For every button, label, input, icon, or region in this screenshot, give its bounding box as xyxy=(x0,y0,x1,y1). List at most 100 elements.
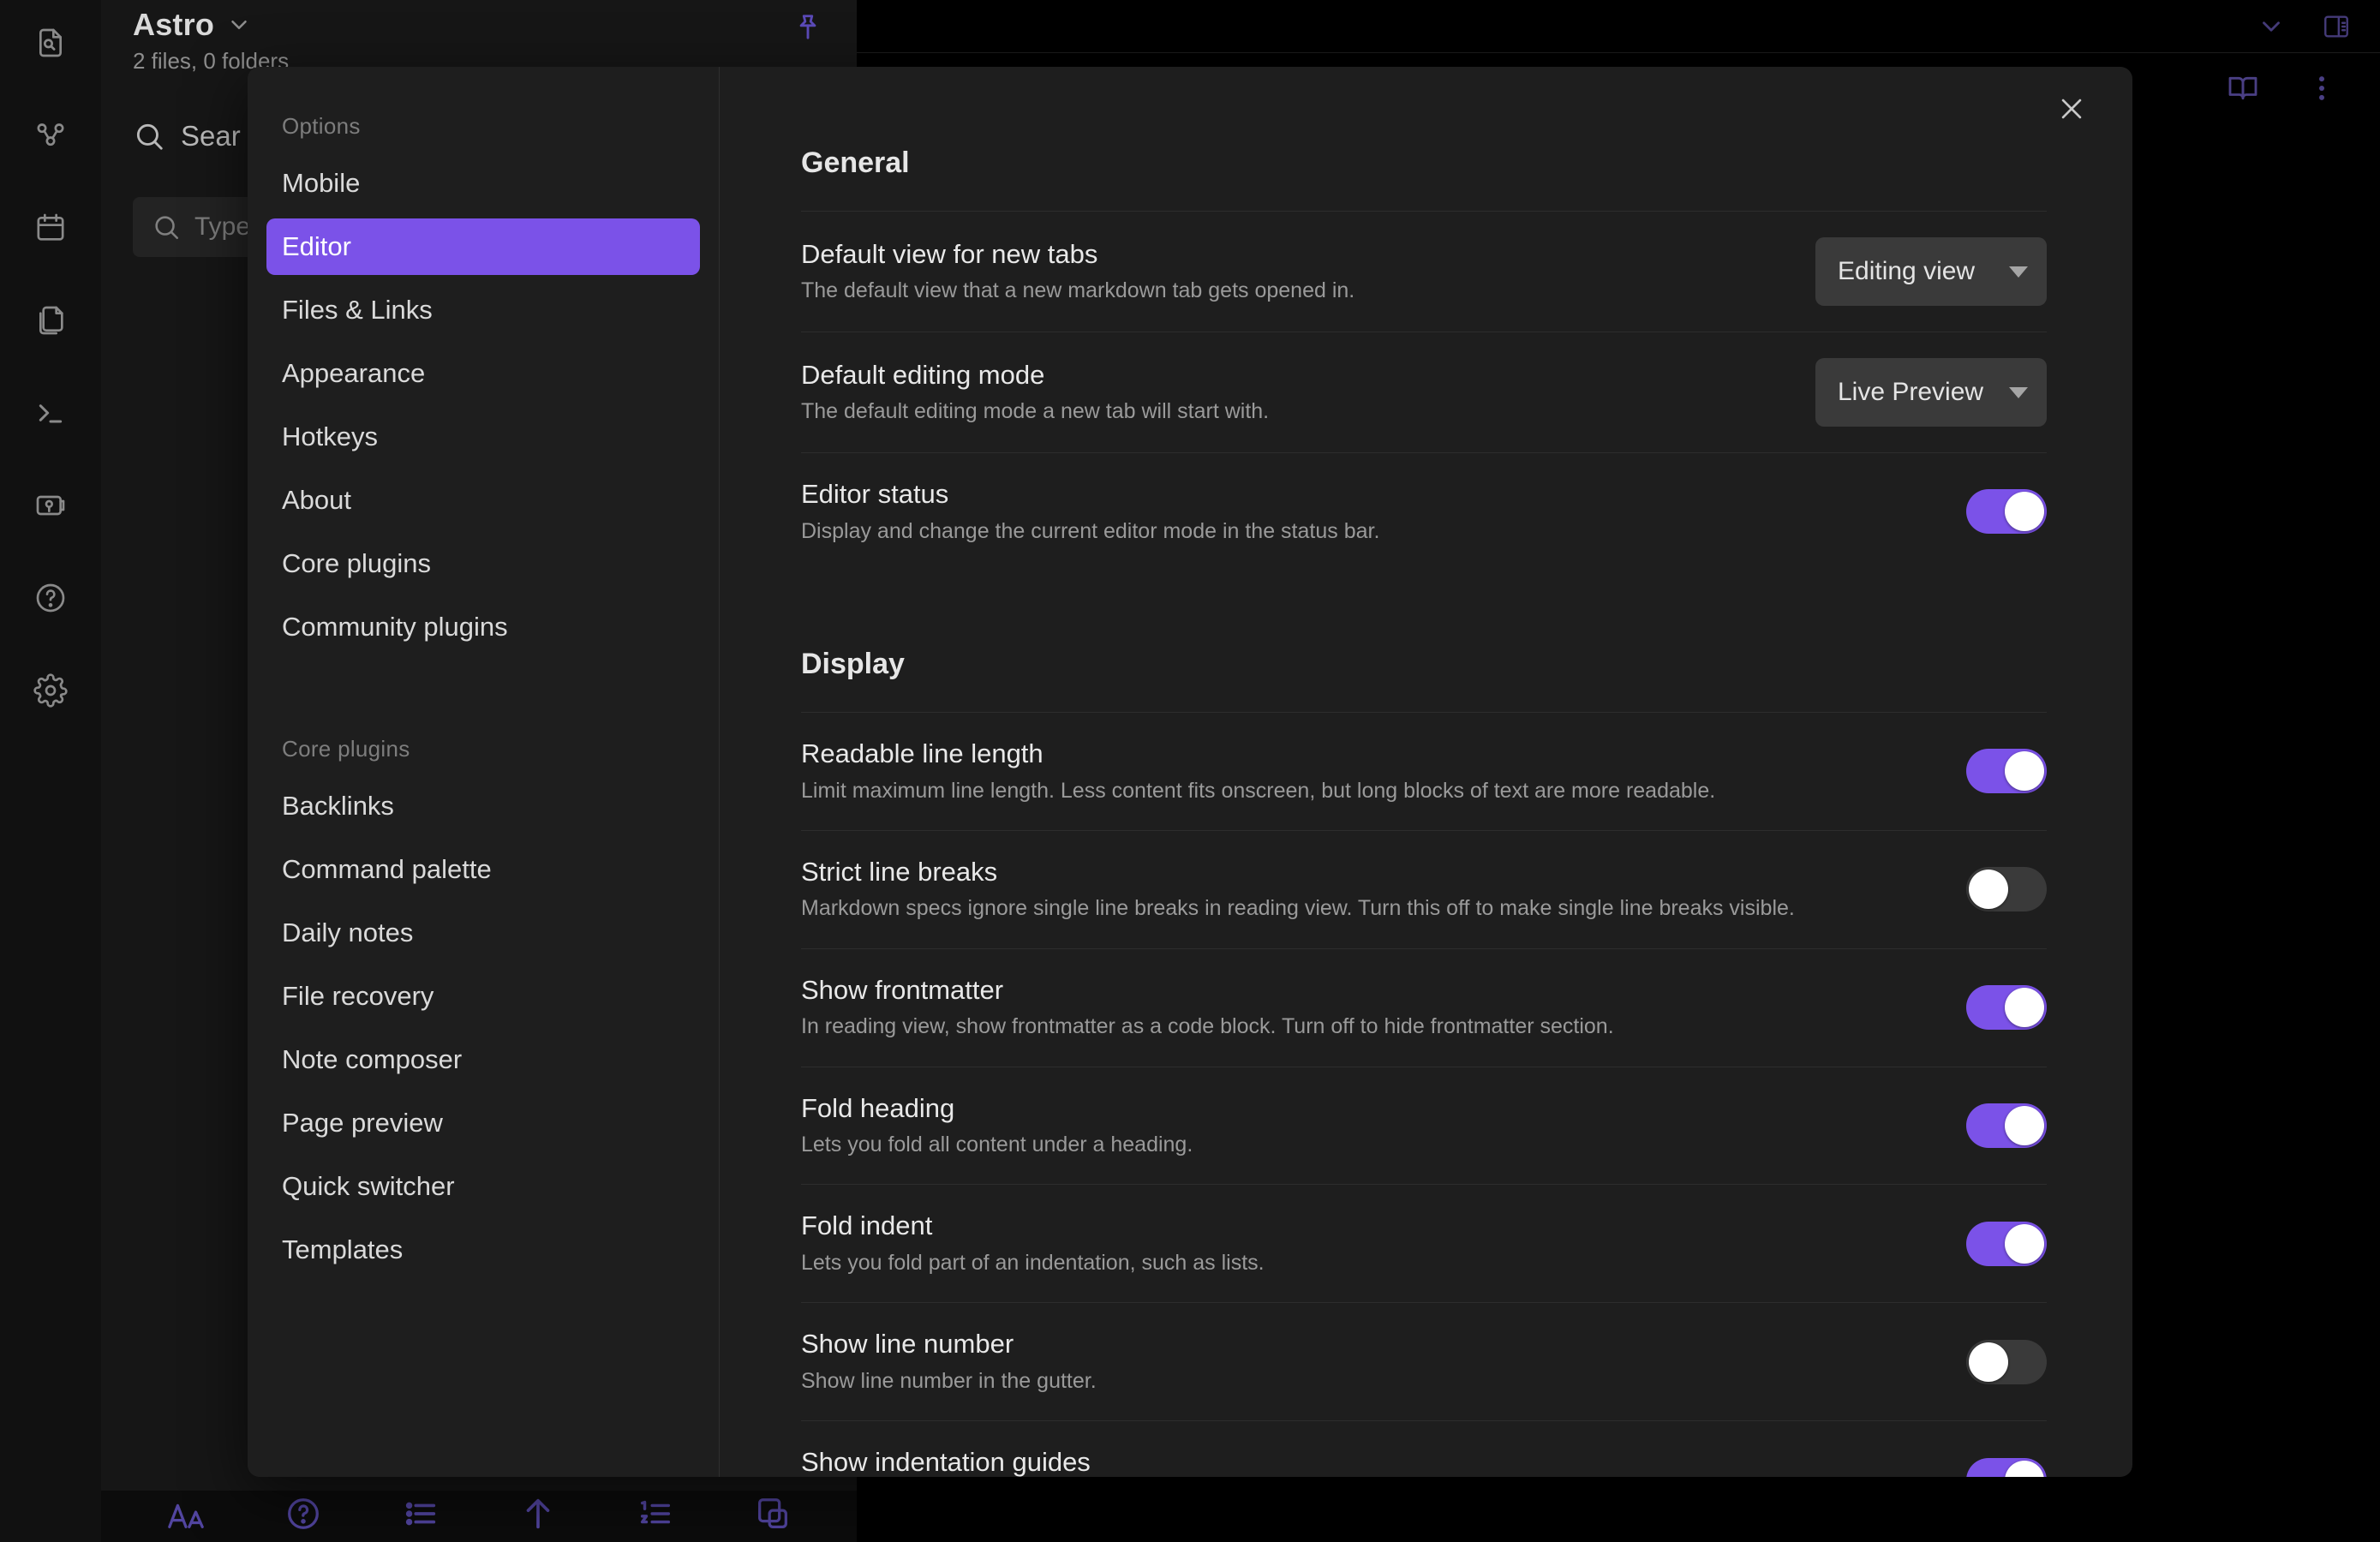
arrow-up-icon[interactable] xyxy=(479,1491,596,1542)
toggle-readable-line-length[interactable] xyxy=(1966,749,2047,794)
toggle-knob xyxy=(2005,1223,2044,1264)
toggle-knob xyxy=(2005,751,2044,792)
setting-info: Fold heading Lets you fold all content u… xyxy=(801,1093,1932,1159)
table-card-icon[interactable] xyxy=(714,1491,831,1542)
setting-description: Show line number in the gutter. xyxy=(801,1368,1097,1393)
nav-heading-core-plugins: Core plugins xyxy=(282,736,410,762)
setting-info: Readable line length Limit maximum line … xyxy=(801,738,1932,804)
setting-row-default-view-for-new-tabs: Default view for new tabs The default vi… xyxy=(801,211,2047,332)
chevron-down-icon xyxy=(2009,266,2028,278)
search-panel-heading: Sear xyxy=(133,120,241,152)
toggle-show-frontmatter[interactable] xyxy=(1966,985,2047,1031)
toggle-fold-heading[interactable] xyxy=(1966,1103,2047,1148)
nav-item-quick-switcher[interactable]: Quick switcher xyxy=(266,1158,700,1215)
chevron-down-icon[interactable] xyxy=(2257,12,2286,41)
setting-info: Show line number Show line number in the… xyxy=(801,1329,1932,1395)
settings-modal: Options Mobile Editor Files & Links Appe… xyxy=(248,67,2132,1477)
search-input-placeholder: Type xyxy=(194,212,251,241)
pin-icon[interactable] xyxy=(784,4,832,52)
toggle-editor-status[interactable] xyxy=(1966,489,2047,535)
setting-name: Fold heading xyxy=(801,1092,955,1123)
setting-info: Show frontmatter In reading view, show f… xyxy=(801,975,1932,1041)
calendar-icon[interactable] xyxy=(27,204,75,252)
bullet-list-icon[interactable] xyxy=(362,1491,479,1542)
nav-item-community-plugins[interactable]: Community plugins xyxy=(266,599,700,655)
setting-row-fold-heading: Fold heading Lets you fold all content u… xyxy=(801,1066,2047,1185)
nav-item-mobile[interactable]: Mobile xyxy=(266,155,700,212)
toggle-knob xyxy=(2005,1460,2044,1477)
help-circle-icon[interactable] xyxy=(27,574,75,622)
nav-item-page-preview[interactable]: Page preview xyxy=(266,1095,700,1151)
setting-info: Default editing mode The default editing… xyxy=(801,360,1781,426)
setting-name: Default view for new tabs xyxy=(801,238,1098,269)
graph-icon[interactable] xyxy=(27,111,75,159)
setting-description: The default view that a new markdown tab… xyxy=(801,278,1355,303)
font-size-icon[interactable] xyxy=(127,1491,244,1542)
setting-name: Readable line length xyxy=(801,738,1043,768)
nav-item-about[interactable]: About xyxy=(266,472,700,529)
section-title-general: General xyxy=(801,146,910,179)
nav-item-files-and-links[interactable]: Files & Links xyxy=(266,282,700,338)
sidebar-right-icon[interactable] xyxy=(2322,12,2351,41)
nav-item-appearance[interactable]: Appearance xyxy=(266,345,700,402)
setting-description: The default editing mode a new tab will … xyxy=(801,399,1270,424)
nav-item-note-composer[interactable]: Note composer xyxy=(266,1031,700,1088)
toggle-knob xyxy=(2005,988,2044,1028)
settings-nav: Options Mobile Editor Files & Links Appe… xyxy=(248,67,720,1477)
setting-description: Markdown specs ignore single line breaks… xyxy=(801,896,1795,921)
setting-name: Fold indent xyxy=(801,1210,933,1241)
copy-files-icon[interactable] xyxy=(27,296,75,344)
setting-name: Show line number xyxy=(801,1329,1014,1360)
setting-name: Show frontmatter xyxy=(801,974,1004,1005)
setting-info: Fold indent Lets you fold part of an ind… xyxy=(801,1210,1932,1276)
settings-content: General Default view for new tabs The de… xyxy=(720,67,2132,1477)
setting-row-editor-status: Editor status Display and change the cur… xyxy=(801,452,2047,571)
setting-row-default-editing-mode: Default editing mode The default editing… xyxy=(801,332,2047,452)
bookmark-card-icon[interactable] xyxy=(27,481,75,529)
vertical-dots-icon[interactable] xyxy=(2305,71,2339,105)
dropdown-default-view-for-new-tabs[interactable]: Editing view xyxy=(1815,237,2047,306)
setting-name: Default editing mode xyxy=(801,359,1045,390)
open-book-icon[interactable] xyxy=(2226,71,2260,105)
mobile-bottom-toolbar xyxy=(101,1491,857,1542)
terminal-icon[interactable] xyxy=(27,389,75,437)
nav-item-daily-notes[interactable]: Daily notes xyxy=(266,905,700,961)
toggle-fold-indent[interactable] xyxy=(1966,1221,2047,1266)
toggle-show-line-number[interactable] xyxy=(1966,1339,2047,1384)
dropdown-default-editing-mode[interactable]: Live Preview xyxy=(1815,358,2047,427)
file-search-icon[interactable] xyxy=(27,19,75,67)
setting-info: Default view for new tabs The default vi… xyxy=(801,239,1781,305)
nav-item-backlinks[interactable]: Backlinks xyxy=(266,778,700,834)
setting-row-strict-line-breaks: Strict line breaks Markdown specs ignore… xyxy=(801,829,2047,948)
toggle-knob xyxy=(1969,1342,2008,1382)
nav-item-hotkeys[interactable]: Hotkeys xyxy=(266,409,700,465)
numbered-list-icon[interactable] xyxy=(596,1491,714,1542)
nav-item-core-plugins[interactable]: Core plugins xyxy=(266,535,700,592)
toggle-show-indentation-guides[interactable] xyxy=(1966,1457,2047,1477)
search-icon xyxy=(155,216,179,240)
vault-name: Astro xyxy=(133,7,215,42)
setting-description: Display and change the current editor mo… xyxy=(801,518,1380,543)
toggle-strict-line-breaks[interactable] xyxy=(1966,867,2047,912)
nav-item-templates[interactable]: Templates xyxy=(266,1222,700,1278)
setting-description: Lets you fold all content under a headin… xyxy=(801,1133,1193,1157)
section-title-display: Display xyxy=(801,647,905,680)
nav-item-file-recovery[interactable]: File recovery xyxy=(266,968,700,1025)
obsidian-app-window: Astro 2 files, 0 folders Sear Type Optio… xyxy=(0,0,2380,1542)
setting-info: Editor status Display and change the cur… xyxy=(801,479,1932,545)
setting-row-show-indentation-guides: Show indentation guides Show vertical re… xyxy=(801,1420,2047,1477)
search-heading-label: Sear xyxy=(181,120,241,152)
vault-switcher[interactable]: Astro xyxy=(133,7,252,43)
toggle-knob xyxy=(2005,1106,2044,1145)
setting-row-show-line-number: Show line number Show line number in the… xyxy=(801,1302,2047,1420)
help-circle-icon[interactable] xyxy=(244,1491,362,1542)
setting-name: Strict line breaks xyxy=(801,856,998,887)
nav-item-editor[interactable]: Editor xyxy=(266,218,700,275)
setting-info: Strict line breaks Markdown specs ignore… xyxy=(801,857,1932,923)
gear-icon[interactable] xyxy=(27,666,75,714)
close-icon[interactable] xyxy=(2045,82,2098,135)
nav-heading-options: Options xyxy=(282,113,361,139)
nav-item-command-palette[interactable]: Command palette xyxy=(266,841,700,898)
setting-name: Show indentation guides xyxy=(801,1447,1091,1477)
search-icon xyxy=(136,123,163,150)
